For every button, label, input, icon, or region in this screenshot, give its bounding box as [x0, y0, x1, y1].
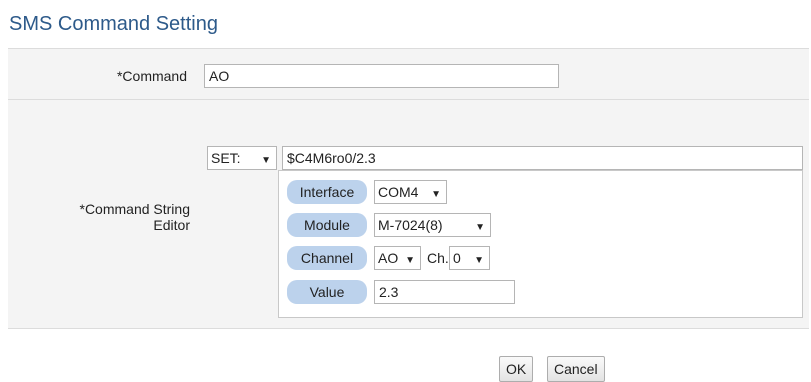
channel-type-select[interactable]: AO ▼ [374, 246, 421, 270]
value-input[interactable]: 2.3 [374, 280, 515, 304]
chevron-down-icon: ▼ [475, 222, 485, 233]
value-label: Value [287, 280, 367, 304]
interface-select[interactable]: COM4 ▼ [374, 180, 447, 204]
channel-label: Channel [287, 246, 367, 270]
channel-type-select-value: AO [378, 250, 399, 266]
chevron-down-icon: ▼ [261, 155, 271, 166]
command-string-editor-label-line1: *Command String [79, 201, 191, 217]
chevron-down-icon: ▼ [431, 189, 441, 200]
command-string-input[interactable]: $C4M6ro0/2.3 [282, 146, 803, 170]
command-input[interactable]: AO [204, 64, 559, 88]
ok-button[interactable]: OK [499, 356, 534, 382]
chevron-down-icon: ▼ [474, 255, 484, 266]
command-row: *Command AO [8, 48, 809, 100]
chevron-down-icon: ▼ [405, 255, 415, 266]
module-select-value: M-7024(8) [378, 217, 443, 233]
channel-number-label: Ch. [427, 250, 449, 266]
module-select[interactable]: M-7024(8) ▼ [374, 213, 491, 237]
command-string-subpanel: Interface COM4 ▼ Module M-7024(8) ▼ Chan… [278, 170, 803, 318]
page-title: SMS Command Setting [9, 13, 218, 35]
interface-label: Interface [287, 180, 367, 204]
mode-select[interactable]: SET: ▼ [207, 146, 277, 170]
mode-select-value: SET: [211, 150, 241, 166]
module-label: Module [287, 213, 367, 237]
command-string-editor-label-line2: Editor [153, 217, 190, 233]
channel-number-select-value: 0 [453, 250, 461, 266]
interface-select-value: COM4 [378, 184, 419, 200]
channel-number-select[interactable]: 0 ▼ [449, 246, 490, 270]
command-label: *Command [116, 68, 187, 84]
command-string-editor-label: *Command String Editor [38, 201, 191, 233]
command-string-editor-row: *Command String Editor SET: ▼ $C4M6ro0/2… [8, 100, 809, 329]
cancel-button[interactable]: Cancel [547, 356, 605, 382]
